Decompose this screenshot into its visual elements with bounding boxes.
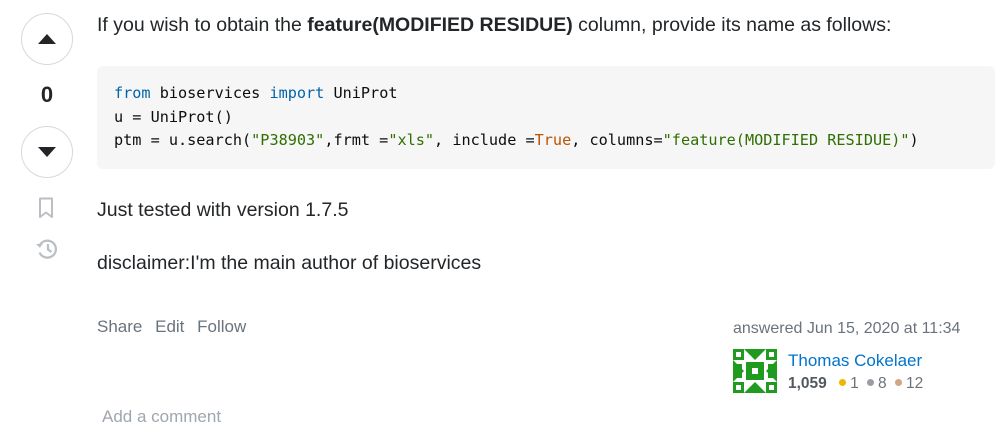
share-link[interactable]: Share <box>97 317 142 336</box>
arrow-up-icon <box>38 34 56 44</box>
bookmark-icon <box>39 197 53 218</box>
history-icon <box>36 239 57 259</box>
post-menu: Share Edit Follow <box>97 317 254 337</box>
edit-link[interactable]: Edit <box>155 317 184 336</box>
reputation-score: 1,059 <box>788 375 827 392</box>
intro-paragraph: If you wish to obtain the feature(MODIFI… <box>97 14 892 36</box>
arrow-down-icon <box>38 147 56 157</box>
silver-badge: 8 <box>867 375 887 392</box>
code-block: from bioservices import UniProt u = UniP… <box>97 66 995 169</box>
gold-badge-icon <box>839 379 847 386</box>
upvote-button[interactable] <box>21 13 73 65</box>
intro-bold: feature(MODIFIED RESIDUE) <box>307 14 573 36</box>
answered-timestamp: answered Jun 15, 2020 at 11:34 <box>733 320 961 337</box>
avatar[interactable] <box>733 349 777 393</box>
silver-badge-icon <box>867 379 875 386</box>
gold-badge: 1 <box>839 375 859 392</box>
identicon-icon <box>733 349 777 393</box>
downvote-button[interactable] <box>21 126 73 178</box>
disclaimer-paragraph: disclaimer:I'm the main author of bioser… <box>97 252 482 274</box>
version-paragraph: Just tested with version 1.7.5 <box>97 199 349 221</box>
user-stats: 1,059 1 8 12 <box>788 375 923 393</box>
history-button[interactable] <box>34 236 60 267</box>
bookmark-button[interactable] <box>34 196 58 225</box>
user-signature: answered Jun 15, 2020 at 11:34 Thomas Co… <box>733 320 993 393</box>
user-name-link[interactable]: Thomas Cokelaer <box>788 351 922 371</box>
bronze-badge: 12 <box>894 375 923 392</box>
code-keyword: from <box>114 84 151 102</box>
code-keyword: import <box>269 84 325 102</box>
follow-link[interactable]: Follow <box>197 317 246 336</box>
vote-count: 0 <box>40 82 54 107</box>
bronze-badge-icon <box>894 379 902 386</box>
add-comment-link[interactable]: Add a comment <box>102 407 221 427</box>
code-line-2: u = UniProt() <box>114 107 233 126</box>
